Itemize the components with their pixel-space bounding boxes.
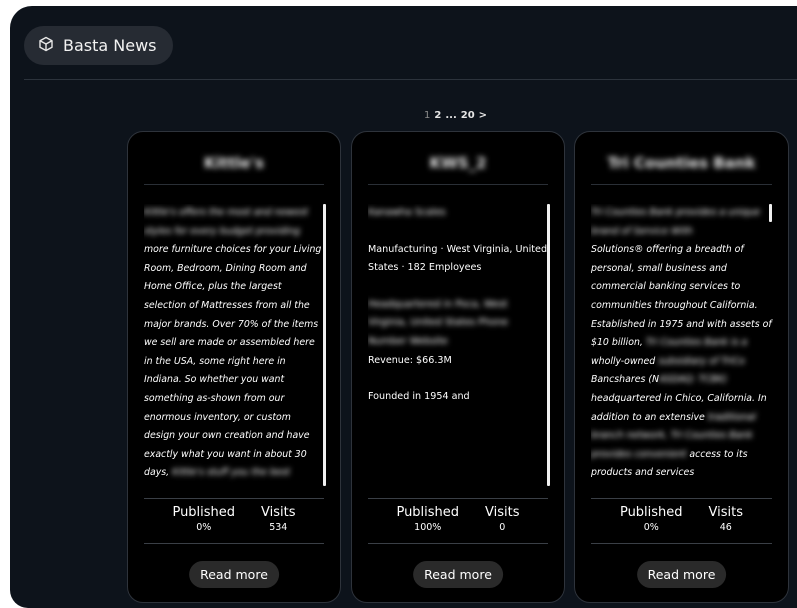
- stats-divider: [591, 498, 772, 499]
- blurred-text: Headquartered in Poca, West Virginia, Un…: [368, 298, 509, 347]
- company-card: Tri Counties Bank Tri Counties Bank prov…: [574, 131, 789, 603]
- stats-divider: [368, 498, 548, 499]
- visits-label: Visits: [708, 505, 744, 520]
- visits-value: 534: [269, 522, 288, 533]
- body-text: Solutions® offering a breadth of persona…: [591, 244, 772, 349]
- page-next-arrow[interactable]: >: [479, 110, 487, 121]
- read-more-button[interactable]: Read more: [189, 561, 279, 588]
- visits-label: Visits: [485, 505, 520, 520]
- header-divider: [24, 79, 797, 80]
- blurred-text: Tri Counties Bank is a: [645, 337, 748, 349]
- app-window: Basta News 1 2 ... 20 > Kittle's Kittle'…: [10, 6, 797, 608]
- title-divider: [368, 184, 548, 185]
- card-title: KWS_2: [429, 154, 487, 172]
- visits-stat: Visits 534: [261, 505, 295, 534]
- card-title: Kittle's: [204, 154, 264, 172]
- scrollbar[interactable]: [323, 204, 326, 486]
- scrollbar[interactable]: [547, 204, 550, 486]
- page-link-2[interactable]: 2: [434, 110, 441, 121]
- card-body[interactable]: Kanawha Scales Manufacturing · West Virg…: [368, 204, 548, 492]
- page-current: 1: [424, 110, 431, 121]
- body-text: Bancshares (N: [591, 374, 660, 386]
- published-value: 0%: [643, 522, 659, 533]
- app-title: Basta News: [63, 36, 157, 55]
- published-label: Published: [172, 505, 236, 520]
- visits-value: 46: [719, 522, 732, 533]
- visits-stat: Visits 0: [485, 505, 519, 534]
- published-value: 100%: [414, 522, 442, 533]
- stats-divider: [144, 543, 324, 544]
- cube-icon: [38, 36, 54, 56]
- body-text: wholly-owned: [591, 355, 656, 367]
- blurred-text: Tri Counties Bank provides a unique bran…: [591, 207, 761, 237]
- visits-stat: Visits 46: [709, 505, 743, 534]
- published-stat: Published 0%: [620, 505, 683, 534]
- published-stat: Published 100%: [396, 505, 459, 534]
- stats-divider: [591, 543, 772, 544]
- page-link-last[interactable]: 20: [461, 110, 475, 121]
- published-stat: Published 0%: [172, 505, 235, 534]
- revenue-text: Revenue: $66.3M: [368, 354, 452, 366]
- company-card: KWS_2 Kanawha Scales Manufacturing · Wes…: [351, 131, 565, 603]
- blurred-text: subsidiary of TriCo: [658, 355, 745, 367]
- card-stats: Published 100% Visits 0: [368, 505, 548, 534]
- app-title-pill[interactable]: Basta News: [24, 26, 173, 65]
- blurred-text: Kanawha Scales: [368, 207, 446, 218]
- blurred-text: Kittle's stuff you the best: [172, 467, 291, 479]
- read-more-button[interactable]: Read more: [636, 561, 727, 588]
- read-more-button[interactable]: Read more: [413, 561, 503, 588]
- card-title: Tri Counties Bank: [607, 154, 756, 172]
- card-stats: Published 0% Visits 534: [144, 505, 324, 534]
- visits-value: 0: [499, 522, 506, 533]
- pagination: 1 2 ... 20 >: [424, 110, 487, 121]
- published-value: 0%: [196, 522, 212, 533]
- title-divider: [591, 184, 772, 185]
- company-card: Kittle's Kittle's offers the most and ne…: [127, 131, 341, 603]
- stats-divider: [368, 543, 548, 544]
- card-body[interactable]: Kittle's offers the most and newest styl…: [144, 204, 324, 492]
- visits-label: Visits: [261, 505, 296, 520]
- card-stats: Published 0% Visits 46: [591, 505, 772, 534]
- title-divider: [144, 184, 324, 185]
- page-ellipsis: ...: [445, 110, 457, 121]
- body-text: more furniture choices for your Living R…: [144, 244, 322, 479]
- industry-text: Manufacturing · West Virginia, United St…: [368, 243, 548, 274]
- scrollbar[interactable]: [769, 204, 772, 222]
- blurred-text: ASDAQ: TCBK): [659, 374, 728, 386]
- published-label: Published: [396, 505, 460, 520]
- published-label: Published: [619, 505, 683, 520]
- stats-divider: [144, 498, 324, 499]
- card-body[interactable]: Tri Counties Bank provides a unique bran…: [591, 204, 778, 492]
- founded-text: Founded in 1954 and: [368, 391, 470, 403]
- blurred-text: Kittle's offers the most and newest styl…: [144, 207, 309, 237]
